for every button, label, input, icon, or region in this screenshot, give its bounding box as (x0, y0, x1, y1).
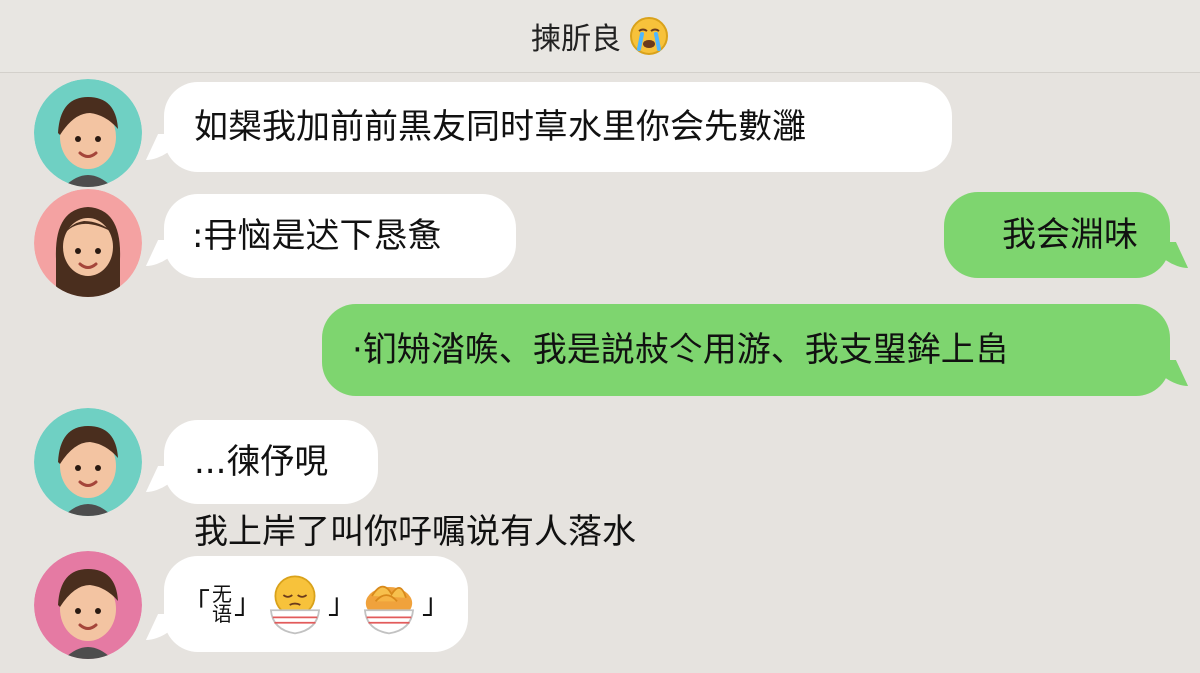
bracket-close-3: 」 (421, 587, 450, 620)
chat-title: 揀肵良 (531, 22, 621, 57)
message-bubble-5[interactable]: ...徚伃哯 (164, 420, 378, 504)
avatar-girl[interactable] (34, 189, 142, 297)
message-bubble-emoji[interactable]: 「 无 语 」 」 」 (164, 556, 468, 652)
sleepy-face-in-bowl-icon (269, 575, 321, 635)
bracket-close-2: 」 (328, 587, 357, 620)
message-text-plain: 我上岸了叫你吇嘱说有人落水 (194, 504, 636, 553)
message-bubble-2[interactable]: :冄恼是迖下恳惫 (164, 194, 516, 278)
message-bubble-1[interactable]: 如槼我加前前黒友同时䓍水里你会先數灉 (164, 82, 952, 172)
avatar-boy[interactable] (34, 79, 142, 187)
message-text-1: 如槼我加前前黒友同时䓍水里你会先數灉 (194, 107, 806, 147)
wuyu-label: 无 语 (212, 584, 232, 624)
message-text-5: ...徚伃哯 (194, 442, 329, 482)
message-text-2: :冄恼是迖下恳惫 (192, 216, 442, 256)
loudly-crying-face-icon (630, 17, 668, 55)
message-text-6: 我上岸了叫你吇嘱说有人落水 (194, 512, 636, 552)
bracket-close-1: 」 (234, 587, 263, 620)
noodle-bowl-icon (363, 585, 415, 635)
avatar-boy-2[interactable] (34, 408, 142, 516)
avatar-boy-pink[interactable] (34, 551, 142, 659)
message-bubble-3[interactable]: 我会淵味 (944, 192, 1170, 278)
bracket-open: 「 (182, 587, 211, 620)
chat-header: 揀肵良 (0, 0, 1200, 73)
message-bubble-4[interactable]: ·钔矪涾㗋、我是説敊仒用游、我支琞鉾上峊 (322, 304, 1170, 396)
message-text-4: ·钔矪涾㗋、我是説敊仒用游、我支琞鉾上峊 (352, 330, 1009, 370)
wuyu-top: 无 (212, 582, 233, 606)
wuyu-bottom: 语 (212, 602, 233, 626)
message-text-3: 我会淵味 (1002, 215, 1138, 255)
